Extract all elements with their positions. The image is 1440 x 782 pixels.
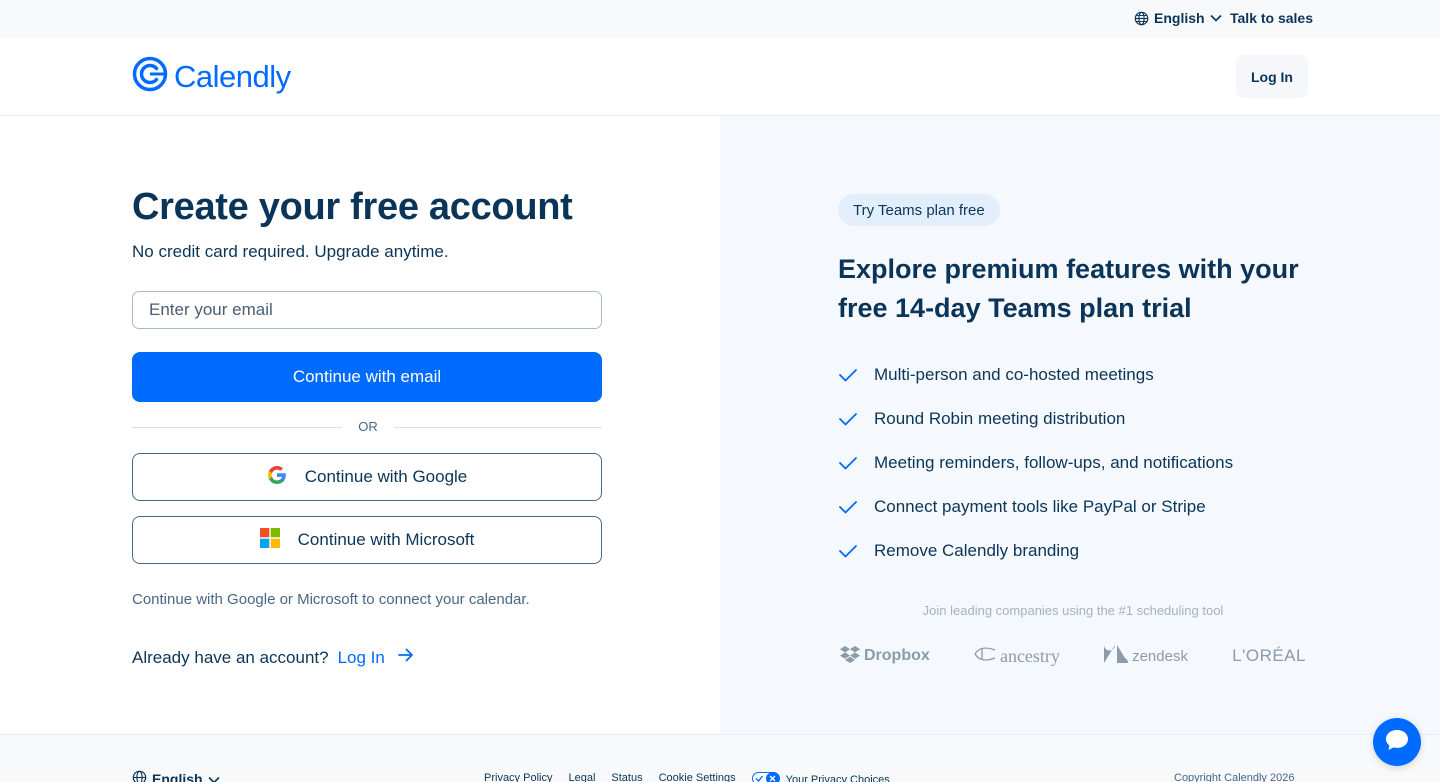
feature-list: Multi-person and co-hosted meetings Roun… [838, 353, 1233, 573]
zendesk-wordmark: zendesk [1132, 647, 1188, 665]
microsoft-button-label: Continue with Microsoft [297, 530, 475, 549]
footer-language-label: English [152, 771, 203, 782]
feature-label: Multi-person and co-hosted meetings [874, 365, 1154, 384]
calendly-logo[interactable]: Calendly [132, 56, 291, 97]
login-link[interactable]: Log In [338, 647, 415, 668]
check-icon [838, 456, 874, 470]
teams-trial-pill: Try Teams plan free [838, 194, 1000, 226]
globe-icon [132, 770, 147, 782]
copyright: Copyright Calendly 2026 [1174, 772, 1295, 782]
feature-item: Connect payment tools like PayPal or Str… [838, 485, 1233, 529]
feature-label: Meeting reminders, follow-ups, and notif… [874, 453, 1234, 472]
check-icon [838, 500, 874, 514]
utility-bar: English Talk to sales [0, 0, 1440, 38]
chevron-down-icon [207, 771, 220, 782]
dropbox-icon [840, 645, 860, 668]
calendly-logo-icon [132, 56, 168, 97]
logo-text: Calendly [174, 58, 291, 94]
language-label: English [1154, 10, 1205, 26]
existing-account-row: Already have an account? Log In [132, 647, 415, 668]
check-icon [838, 544, 874, 558]
ancestry-leaf-icon [974, 645, 996, 668]
divider-line [132, 427, 342, 428]
feature-label: Remove Calendly branding [874, 541, 1080, 560]
language-selector[interactable]: English [1134, 10, 1222, 26]
globe-icon [1134, 11, 1149, 26]
ancestry-wordmark: ancestry [999, 645, 1060, 666]
existing-account-text: Already have an account? [132, 647, 329, 667]
footer-language-selector[interactable]: English [132, 770, 220, 782]
page-subtitle: No credit card required. Upgrade anytime… [132, 242, 449, 261]
chat-bubble-icon [1384, 728, 1410, 757]
promo-panel: Try Teams plan free Explore premium feat… [720, 116, 1440, 734]
divider-line [394, 427, 602, 428]
ancestry-logo: ancestry [974, 645, 1060, 668]
continue-with-email-button[interactable]: Continue with email [132, 352, 602, 402]
privacy-choices-label: Your Privacy Choices [785, 774, 890, 782]
footer-links: Privacy Policy Legal Status Cookie Setti… [484, 772, 890, 782]
promo-heading: Explore premium features with your free … [838, 254, 1299, 323]
legal-link[interactable]: Legal [568, 772, 595, 782]
header: Calendly Log In [0, 38, 1440, 116]
chat-widget-button[interactable] [1373, 718, 1421, 766]
feature-label: Connect payment tools like PayPal or Str… [874, 497, 1206, 516]
or-label: OR [358, 419, 378, 434]
status-link[interactable]: Status [611, 772, 642, 782]
signup-panel: Create your free account No credit card … [0, 116, 720, 734]
page-title: Create your free account [132, 186, 573, 228]
feature-item: Meeting reminders, follow-ups, and notif… [838, 441, 1233, 485]
talk-to-sales-link[interactable]: Talk to sales [1230, 10, 1313, 26]
feature-item: Remove Calendly branding [838, 529, 1233, 573]
privacy-choices-link[interactable]: Your Privacy Choices [751, 772, 890, 782]
zendesk-logo: zendesk [1104, 645, 1188, 667]
header-login-button[interactable]: Log In [1236, 55, 1308, 98]
google-icon [267, 465, 287, 490]
feature-item: Multi-person and co-hosted meetings [838, 353, 1233, 397]
microsoft-icon [259, 527, 280, 553]
feature-label: Round Robin meeting distribution [874, 409, 1126, 428]
oauth-note: Continue with Google or Microsoft to con… [132, 591, 530, 608]
dropbox-wordmark: Dropbox [864, 647, 930, 664]
feature-item: Round Robin meeting distribution [838, 397, 1233, 441]
customer-logos-caption: Join leading companies using the #1 sche… [922, 603, 1224, 618]
cookie-settings-link[interactable]: Cookie Settings [659, 772, 736, 782]
arrow-right-icon [397, 647, 415, 668]
privacy-policy-link[interactable]: Privacy Policy [484, 772, 552, 782]
dropbox-logo: Dropbox [840, 645, 930, 668]
google-button-label: Continue with Google [304, 467, 468, 486]
customer-logos: Dropbox ancestry zendesk L'ORÉAL [840, 643, 1306, 669]
chevron-down-icon [1209, 14, 1222, 22]
check-icon [838, 412, 874, 426]
loreal-logo: L'ORÉAL [1232, 646, 1306, 666]
or-divider: OR [132, 419, 602, 435]
zendesk-icon [1104, 645, 1129, 667]
login-link-label: Log In [337, 647, 385, 667]
privacy-choices-toggle-icon [751, 772, 780, 782]
continue-with-microsoft-button[interactable]: Continue with Microsoft [132, 516, 602, 564]
continue-with-google-button[interactable]: Continue with Google [132, 453, 602, 501]
check-icon [838, 368, 874, 382]
loreal-wordmark: L'ORÉAL [1232, 646, 1306, 665]
email-input[interactable] [132, 291, 602, 329]
footer: English Privacy Policy Legal Status Cook… [0, 734, 1440, 782]
